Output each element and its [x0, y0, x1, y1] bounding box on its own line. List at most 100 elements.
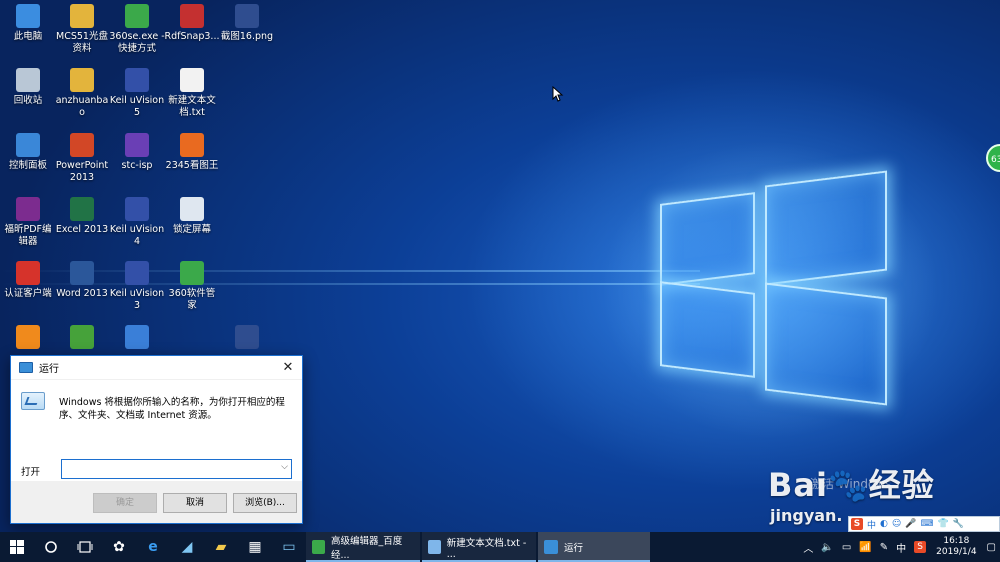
desktop-icon[interactable]: 360se.exe - 快捷方式 [109, 4, 165, 55]
open-label: 打开 [21, 467, 41, 478]
text-file-icon [180, 68, 204, 92]
run-footer: 确定 取消 浏览(B)... [11, 481, 302, 523]
ime-lang-toggle[interactable]: 中 [867, 518, 876, 531]
desktop-icon-label: stc-isp [121, 160, 153, 171]
mic-icon[interactable]: 🎤 [905, 519, 916, 529]
desktop-icon[interactable]: MCS51光盘资料 [54, 4, 110, 55]
taskbar-app-label: 运行 [564, 543, 584, 554]
volume-icon[interactable]: 🔈 [821, 542, 833, 553]
desktop-icon-label: 回收站 [13, 95, 43, 106]
clock-date: 2019/1/4 [936, 547, 977, 557]
tools-icon[interactable]: 🔧 [953, 519, 964, 529]
task-view-button[interactable] [68, 532, 102, 562]
cortana-button[interactable] [34, 532, 68, 562]
app-icon [235, 325, 259, 349]
punctuation-icon[interactable]: ◐ [880, 519, 888, 529]
skin-icon[interactable]: 👕 [937, 519, 948, 529]
word-icon [70, 261, 94, 285]
app-icon [16, 325, 40, 349]
pinned-app[interactable]: ◢ [170, 532, 204, 562]
desktop-icon-label: 控制面板 [8, 160, 47, 171]
mouse-cursor-icon [552, 86, 564, 102]
chevron-up-icon[interactable]: ︿ [803, 540, 813, 555]
desktop-icon[interactable]: 回收站 [0, 68, 56, 107]
desktop[interactable]: 此电脑回收站控制面板福昕PDF编辑器认证客户端 MCS51光盘资料 anzhuanb… [0, 0, 1000, 532]
desktop-icon[interactable]: Keil uVision5 [109, 68, 165, 119]
desktop-icon[interactable]: Word 2013 [54, 261, 110, 300]
fan-icon: ✿ [113, 539, 125, 555]
clock[interactable]: 16:18 2019/1/4 [936, 536, 976, 558]
desktop-icon[interactable]: 福昕PDF编辑器 [0, 197, 56, 248]
run-large-icon [21, 392, 45, 410]
desktop-icon[interactable]: RdfSnap3... [164, 4, 220, 43]
desktop-icon-label: Excel 2013 [55, 224, 109, 235]
sogou-ime-icon[interactable]: S [914, 541, 927, 553]
pinned-store[interactable]: ▦ [238, 532, 272, 562]
desktop-icon[interactable] [0, 325, 56, 352]
taskbar-app-button[interactable]: 运行 [538, 532, 650, 562]
desktop-icon-label: 锁定屏幕 [172, 224, 211, 235]
desktop-icon[interactable]: 锁定屏幕 [164, 197, 220, 236]
close-button[interactable]: ✕ [274, 356, 302, 379]
desktop-icon-label: 福昕PDF编辑器 [4, 224, 52, 247]
desktop-icon[interactable]: 认证客户端 [0, 261, 56, 300]
desktop-icon-label: 360se.exe - 快捷方式 [109, 31, 165, 54]
pinned-remote[interactable]: ▭ [272, 532, 306, 562]
desktop-icon[interactable]: Keil uVision3 [109, 261, 165, 312]
desktop-icon[interactable] [219, 325, 275, 352]
desktop-icon[interactable] [54, 325, 110, 352]
desktop-icon[interactable]: anzhuanbao [54, 68, 110, 119]
open-input[interactable] [62, 460, 272, 478]
desktop-icon[interactable]: 新建文本文档.txt [164, 68, 220, 119]
battery-icon[interactable]: ▭ [842, 542, 851, 553]
desktop-icon-label: Keil uVision4 [109, 224, 165, 247]
taskbar-app-button[interactable]: 高级编辑器_百度经... [306, 532, 420, 562]
recycle-bin-icon [16, 68, 40, 92]
desktop-icon[interactable]: 2345看图王 [164, 133, 220, 172]
desktop-icon[interactable]: 截图16.png [219, 4, 275, 43]
desktop-icon-label: MCS51光盘资料 [56, 31, 108, 54]
auth-client-icon [16, 261, 40, 285]
desktop-icon-label: 新建文本文档.txt [168, 95, 216, 118]
baidu-url: jingyan. [770, 506, 843, 525]
emoji-icon[interactable]: ☺ [892, 519, 901, 529]
desktop-icon[interactable]: stc-isp [109, 133, 165, 172]
notification-center-icon[interactable]: ▢ [987, 542, 996, 553]
desktop-icon-label: 2345看图王 [165, 160, 219, 171]
browse-button[interactable]: 浏览(B)... [233, 493, 297, 513]
sogou-ime-icon[interactable]: S [851, 518, 863, 530]
taskbar-app-label: 高级编辑器_百度经... [330, 536, 403, 561]
pdf-editor-icon [16, 197, 40, 221]
desktop-icon[interactable]: PowerPoint 2013 [54, 133, 110, 184]
desktop-icon[interactable] [109, 325, 165, 352]
cancel-button[interactable]: 取消 [163, 493, 227, 513]
run-titlebar[interactable]: 运行 ✕ [11, 356, 302, 380]
taskbar-app-button[interactable]: 新建文本文档.txt - ... [422, 532, 536, 562]
image-file-icon [235, 4, 259, 28]
stc-isp-icon [125, 133, 149, 157]
notepad-icon [428, 540, 441, 554]
keyboard-icon[interactable]: ⌨ [920, 519, 933, 529]
run-dialog[interactable]: 运行 ✕ Windows 将根据你所输入的名称，为你打开相应的程序、文件夹、文档… [10, 355, 303, 524]
chevron-down-icon[interactable]: ⌵ [281, 462, 288, 472]
pinned-edge[interactable]: e [136, 532, 170, 562]
computer-icon [16, 4, 40, 28]
floating-badge[interactable]: 63 [986, 144, 1000, 172]
desktop-icon[interactable]: 控制面板 [0, 133, 56, 172]
taskbar: ✿ e ◢ ▰ ▦ ▭ 高级编辑器_百度经... 新建文本文档.txt - ...… [0, 532, 1000, 562]
network-icon[interactable]: 📶 [859, 542, 871, 553]
ok-button[interactable]: 确定 [93, 493, 157, 513]
open-combobox[interactable]: ⌵ [61, 459, 292, 479]
pinned-fan-app[interactable]: ✿ [102, 532, 136, 562]
desktop-icon[interactable]: Excel 2013 [54, 197, 110, 236]
software-manager-icon [180, 261, 204, 285]
desktop-icon[interactable]: 360软件管家 [164, 261, 220, 312]
desktop-icon[interactable]: 此电脑 [0, 4, 56, 43]
folder-icon [70, 4, 94, 28]
start-button[interactable] [0, 532, 34, 562]
pinned-explorer[interactable]: ▰ [204, 532, 238, 562]
ime-language-indicator[interactable]: 中 [896, 540, 906, 555]
pen-icon[interactable]: ✎ [880, 542, 888, 553]
desktop-icon[interactable]: Keil uVision4 [109, 197, 165, 248]
ime-toolbar[interactable]: S 中 ◐ ☺ 🎤 ⌨ 👕 🔧 [848, 516, 1000, 532]
